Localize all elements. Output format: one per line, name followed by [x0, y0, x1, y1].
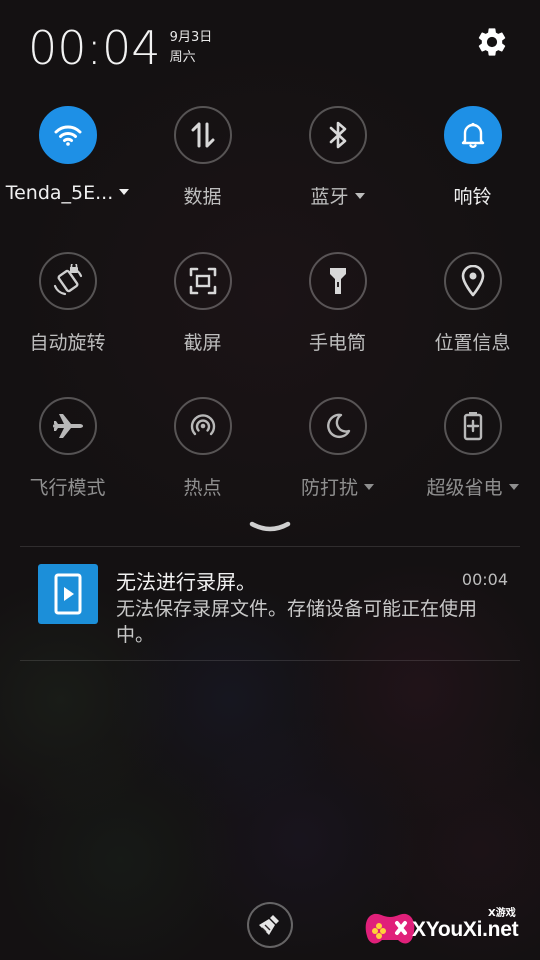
notification-time: 00:04 — [461, 570, 508, 589]
airplane-icon — [52, 414, 83, 438]
screenshot-icon — [189, 267, 216, 295]
notification-title: 无法进行录屏。 — [116, 570, 256, 594]
tile-ring[interactable]: 响铃 — [405, 106, 540, 209]
bluetooth-icon — [329, 121, 346, 149]
tile-auto-rotate[interactable]: 自动旋转 — [0, 252, 135, 355]
watermark-site: XYouXi.net — [412, 918, 519, 941]
data-toggle[interactable] — [173, 106, 232, 164]
clock: 00:04 — [28, 21, 161, 75]
dnd-label: 防打扰 — [300, 477, 358, 499]
power-saving-label: 超级省电 — [426, 477, 503, 499]
divider — [20, 546, 520, 547]
collapse-handle[interactable] — [248, 518, 292, 540]
tile-label-power-saving: 超级省电 — [405, 473, 540, 500]
tile-label-hotspot: 热点 — [183, 477, 222, 499]
tile-label-bluetooth: 蓝牙 — [270, 182, 405, 209]
tile-flashlight[interactable]: 手电筒 — [270, 252, 405, 355]
watermark: X游戏 XYouXi.net — [362, 904, 532, 952]
date-block: 9月3日 周六 — [170, 28, 213, 68]
gamepad-logo-icon — [365, 913, 415, 944]
tile-label-ring: 响铃 — [453, 186, 492, 208]
weekday: 周六 — [169, 50, 196, 65]
status-header: 00:04 9月3日 周六 — [28, 20, 212, 76]
hotspot-icon — [190, 414, 215, 436]
flashlight-icon — [329, 268, 346, 294]
screen-record-icon — [54, 573, 82, 615]
tile-airplane[interactable]: 飞行模式 — [0, 397, 135, 500]
broom-icon — [259, 915, 279, 935]
chevron-down-icon[interactable] — [354, 192, 365, 199]
bluetooth-label: 蓝牙 — [310, 186, 349, 208]
notification-app-icon — [38, 564, 98, 624]
gear-icon — [478, 28, 506, 56]
tile-label-data: 数据 — [183, 186, 222, 208]
hotspot-toggle[interactable] — [173, 397, 232, 455]
chevron-down-icon — [249, 521, 291, 532]
chevron-down-icon[interactable] — [119, 188, 130, 195]
tile-do-not-disturb[interactable]: 防打扰 — [270, 397, 405, 500]
rotate-lock-icon — [53, 264, 82, 296]
airplane-toggle[interactable] — [38, 397, 97, 455]
tile-location[interactable]: 位置信息 — [405, 252, 540, 355]
tile-screenshot[interactable]: 截屏 — [135, 252, 270, 355]
tile-power-saving[interactable]: 超级省电 — [405, 397, 540, 500]
auto-rotate-toggle[interactable] — [38, 252, 97, 310]
watermark-tag: X游戏 — [488, 908, 516, 919]
tile-label-wifi: Tenda_5E... — [0, 182, 135, 204]
tile-data[interactable]: 数据 — [135, 106, 270, 209]
screenshot-toggle[interactable] — [173, 252, 232, 310]
flashlight-toggle[interactable] — [308, 252, 367, 310]
location-toggle[interactable] — [443, 252, 502, 310]
tile-label-location: 位置信息 — [434, 332, 511, 354]
data-arrows-icon — [191, 122, 214, 148]
do-not-disturb-toggle[interactable] — [308, 397, 367, 455]
tile-label-flashlight: 手电筒 — [308, 332, 366, 354]
date: 9月3日 — [169, 30, 213, 45]
wifi-icon — [54, 125, 81, 146]
notification-body: 无法保存录屏文件。存储设备可能正在使用中。 — [116, 598, 478, 646]
wifi-name: Tenda_5E... — [5, 182, 114, 204]
settings-button[interactable] — [472, 22, 512, 62]
wifi-toggle[interactable] — [38, 106, 97, 164]
notification-card[interactable]: 无法进行录屏。 00:04 无法保存录屏文件。存储设备可能正在使用中。 — [20, 548, 520, 660]
tile-label-auto-rotate: 自动旋转 — [29, 332, 106, 354]
divider — [20, 660, 520, 661]
moon-icon — [326, 413, 350, 438]
tile-hotspot[interactable]: 热点 — [135, 397, 270, 500]
tile-label-airplane: 飞行模式 — [29, 477, 106, 499]
battery-plus-icon — [463, 412, 482, 441]
bluetooth-toggle[interactable] — [308, 106, 367, 164]
tile-label-do-not-disturb: 防打扰 — [270, 473, 405, 500]
chevron-down-icon[interactable] — [364, 483, 374, 490]
tile-bluetooth[interactable]: 蓝牙 — [270, 106, 405, 209]
chevron-down-icon[interactable] — [508, 483, 519, 490]
clear-notifications-button[interactable] — [247, 902, 293, 948]
ring-toggle[interactable] — [443, 106, 502, 164]
location-pin-icon — [461, 265, 484, 297]
tile-wifi[interactable]: Tenda_5E... — [0, 106, 135, 204]
bell-icon — [461, 122, 484, 148]
tile-label-screenshot: 截屏 — [183, 332, 222, 354]
power-saving-toggle[interactable] — [443, 397, 502, 455]
